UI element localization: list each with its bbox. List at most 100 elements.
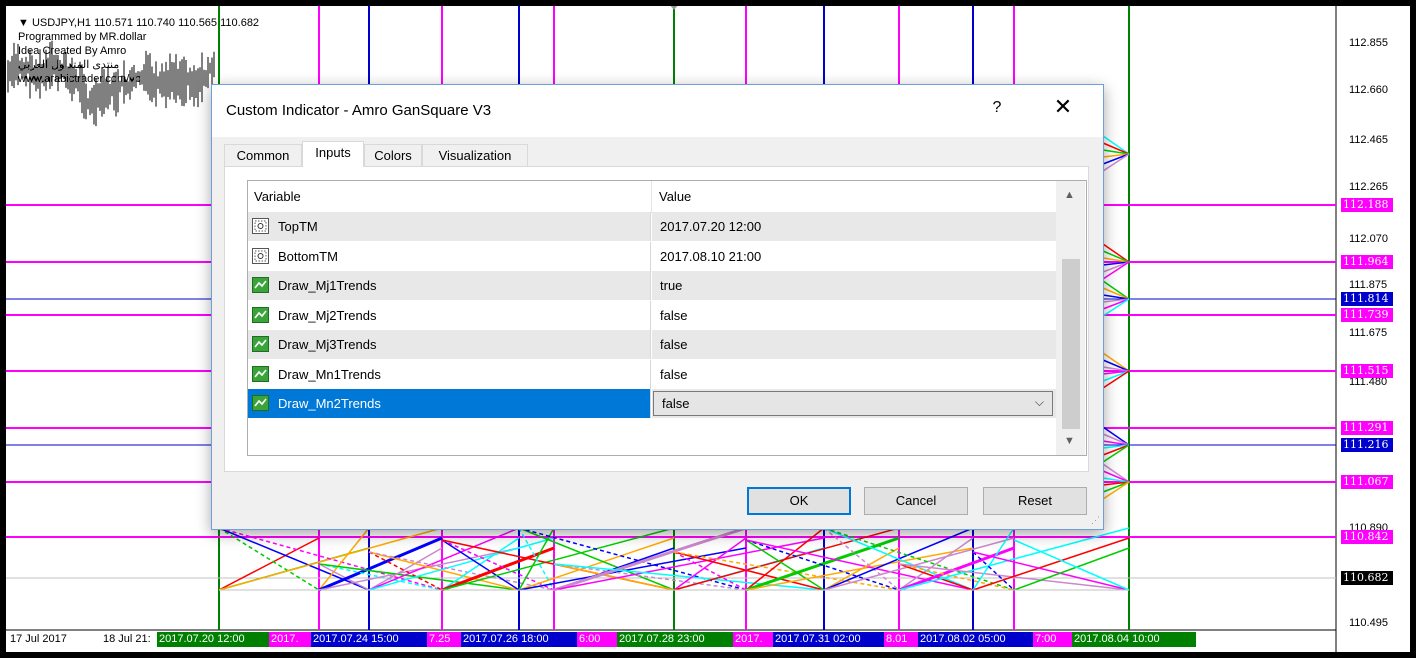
variable-cell[interactable]: Draw_Mn2Trends <box>248 389 651 418</box>
bool-icon <box>252 306 269 323</box>
symbol-line: ▼ USDJPY,H1 110.571 110.740 110.565 110.… <box>18 17 260 29</box>
time-level-label: 2017. <box>269 632 315 647</box>
datetime-icon <box>252 218 269 234</box>
variable-cell[interactable]: Draw_Mj2Trends <box>248 300 651 330</box>
variable-cell[interactable]: TopTM <box>248 212 651 241</box>
table-row[interactable]: Draw_Mj1Trends true <box>248 271 1056 300</box>
variable-name: Draw_Mn1Trends <box>278 366 381 382</box>
tab-common[interactable]: Common <box>224 144 302 166</box>
price-level-label: 111.964 <box>1341 255 1393 269</box>
column-header-variable[interactable]: Variable <box>254 189 301 204</box>
value-cell[interactable]: 2017.07.20 12:00 <box>652 212 1056 241</box>
variable-name: Draw_Mn2Trends <box>278 396 381 411</box>
price-tick-label: 112.660 <box>1349 84 1388 96</box>
value-cell[interactable]: false ⌵ <box>652 389 1056 418</box>
trend-line <box>553 563 747 591</box>
price-tick-label: 112.855 <box>1349 37 1388 49</box>
vertical-scrollbar[interactable]: ▲ ▼ <box>1056 181 1085 455</box>
datetime-icon <box>252 247 269 264</box>
variable-cell[interactable]: Draw_Mn1Trends <box>248 359 651 389</box>
bool-icon <box>252 336 269 352</box>
variable-value: false <box>660 366 688 382</box>
variable-value: true <box>660 278 683 293</box>
scroll-down-icon[interactable]: ▼ <box>1064 435 1075 447</box>
time-level-label: 2017.07.26 18:00 <box>461 632 581 647</box>
price-tick-label: 111.675 <box>1349 327 1388 339</box>
price-level-label: 111.739 <box>1341 308 1393 322</box>
value-cell[interactable]: true <box>652 271 1056 300</box>
variable-name: BottomTM <box>278 248 338 264</box>
info-line: منتدى المتداول العربي <box>18 59 120 71</box>
chart-window: ▼ USDJPY,H1 110.571 110.740 110.565 110.… <box>6 6 1410 652</box>
variable-value: false <box>662 396 690 411</box>
price-level-label: 111.216 <box>1341 438 1393 452</box>
time-level-label: 6:00 <box>577 632 619 647</box>
price-level-label: 110.682 <box>1341 571 1393 585</box>
time-tick-label: 18 Jul 21: <box>103 633 151 645</box>
resize-grip-icon[interactable]: ⋰ <box>1091 515 1100 526</box>
value-cell[interactable]: false <box>652 300 1056 330</box>
inputs-grid: Variable Value TopTM 2017.07.20 12:00 Bott… <box>247 180 1087 456</box>
dialog-title: Custom Indicator - Amro GanSquare V3 <box>226 102 492 119</box>
table-row[interactable]: Draw_Mn1Trends false <box>248 359 1056 389</box>
grid-header: Variable Value <box>248 181 1056 213</box>
variable-name: Draw_Mj1Trends <box>278 278 377 293</box>
chevron-down-icon[interactable]: ⌵ <box>1035 395 1044 410</box>
reset-button[interactable]: Reset <box>983 487 1087 515</box>
time-level-label: 2017.07.31 02:00 <box>773 632 893 647</box>
trend-line <box>972 551 1130 591</box>
value-cell[interactable]: 2017.08.10 21:00 <box>652 241 1056 271</box>
custom-indicator-dialog: Custom Indicator - Amro GanSquare V3 ? ✕… <box>211 84 1104 530</box>
chart-info: ▼ USDJPY,H1 110.571 110.740 110.565 110.… <box>18 16 259 86</box>
variable-cell[interactable]: Draw_Mj1Trends <box>248 271 651 300</box>
price-tick-label: 112.070 <box>1349 233 1388 245</box>
value-cell[interactable]: false <box>652 359 1056 389</box>
variable-cell[interactable]: Draw_Mj3Trends <box>248 330 651 359</box>
ok-button[interactable]: OK <box>747 487 851 515</box>
variable-cell[interactable]: BottomTM <box>248 241 651 271</box>
tab-colors[interactable]: Colors <box>364 144 422 166</box>
price-tick-label: 112.465 <box>1349 134 1388 146</box>
price-level-label: 111.814 <box>1341 292 1393 306</box>
table-row[interactable]: Draw_Mj3Trends false <box>248 330 1056 359</box>
price-level-label: 112.188 <box>1341 198 1393 212</box>
variable-value: false <box>660 337 688 352</box>
tab-inputs[interactable]: Inputs <box>302 141 364 167</box>
scroll-up-icon[interactable]: ▲ <box>1064 189 1075 201</box>
price-level-label: 111.067 <box>1341 475 1393 489</box>
trend-line <box>1013 539 1130 591</box>
cancel-button[interactable]: Cancel <box>864 487 968 515</box>
time-level-label: 2017.07.24 15:00 <box>311 632 431 647</box>
time-level-label: 7:00 <box>1033 632 1075 647</box>
column-header-value[interactable]: Value <box>659 189 691 204</box>
time-tick-label: 17 Jul 2017 <box>10 633 67 645</box>
variable-value: false <box>660 307 688 323</box>
price-level-label: 110.842 <box>1341 530 1393 544</box>
variable-name: TopTM <box>278 219 318 234</box>
time-level-label: 2017.08.04 10:00 <box>1072 632 1196 647</box>
price-level-label: 111.515 <box>1341 364 1393 378</box>
table-row[interactable]: TopTM 2017.07.20 12:00 <box>248 212 1056 241</box>
price-tick-label: 112.265 <box>1349 181 1388 193</box>
variable-value: 2017.07.20 12:00 <box>660 219 762 234</box>
price-tick-label: 111.875 <box>1349 279 1388 291</box>
tab-visualization[interactable]: Visualization <box>422 144 528 166</box>
inputs-panel: Variable Value TopTM 2017.07.20 12:00 Bott… <box>224 166 1089 472</box>
time-level-label: 2017.08.02 05:00 <box>918 632 1038 647</box>
time-level-label: 2017.07.28 23:00 <box>617 632 737 647</box>
variable-name: Draw_Mj2Trends <box>278 307 377 323</box>
dialog-titlebar[interactable]: Custom Indicator - Amro GanSquare V3 ? ✕ <box>212 85 1103 137</box>
time-level-label: 2017.07.20 12:00 <box>157 632 273 647</box>
time-level-label: 2017. <box>733 632 777 647</box>
table-row[interactable]: Draw_Mn2Trends false ⌵ <box>248 389 1056 418</box>
table-row[interactable]: Draw_Mj2Trends false <box>248 300 1056 330</box>
table-row[interactable]: BottomTM 2017.08.10 21:00 <box>248 241 1056 271</box>
scroll-thumb[interactable] <box>1062 259 1080 429</box>
info-line: Programmed by MR.dollar <box>18 31 147 43</box>
bool-icon <box>252 365 269 382</box>
variable-value: 2017.08.10 21:00 <box>660 248 762 264</box>
close-button[interactable]: ✕ <box>1050 95 1076 119</box>
help-button[interactable]: ? <box>987 99 1007 117</box>
value-cell[interactable]: false <box>652 330 1056 359</box>
value-dropdown[interactable]: false ⌵ <box>653 391 1053 416</box>
